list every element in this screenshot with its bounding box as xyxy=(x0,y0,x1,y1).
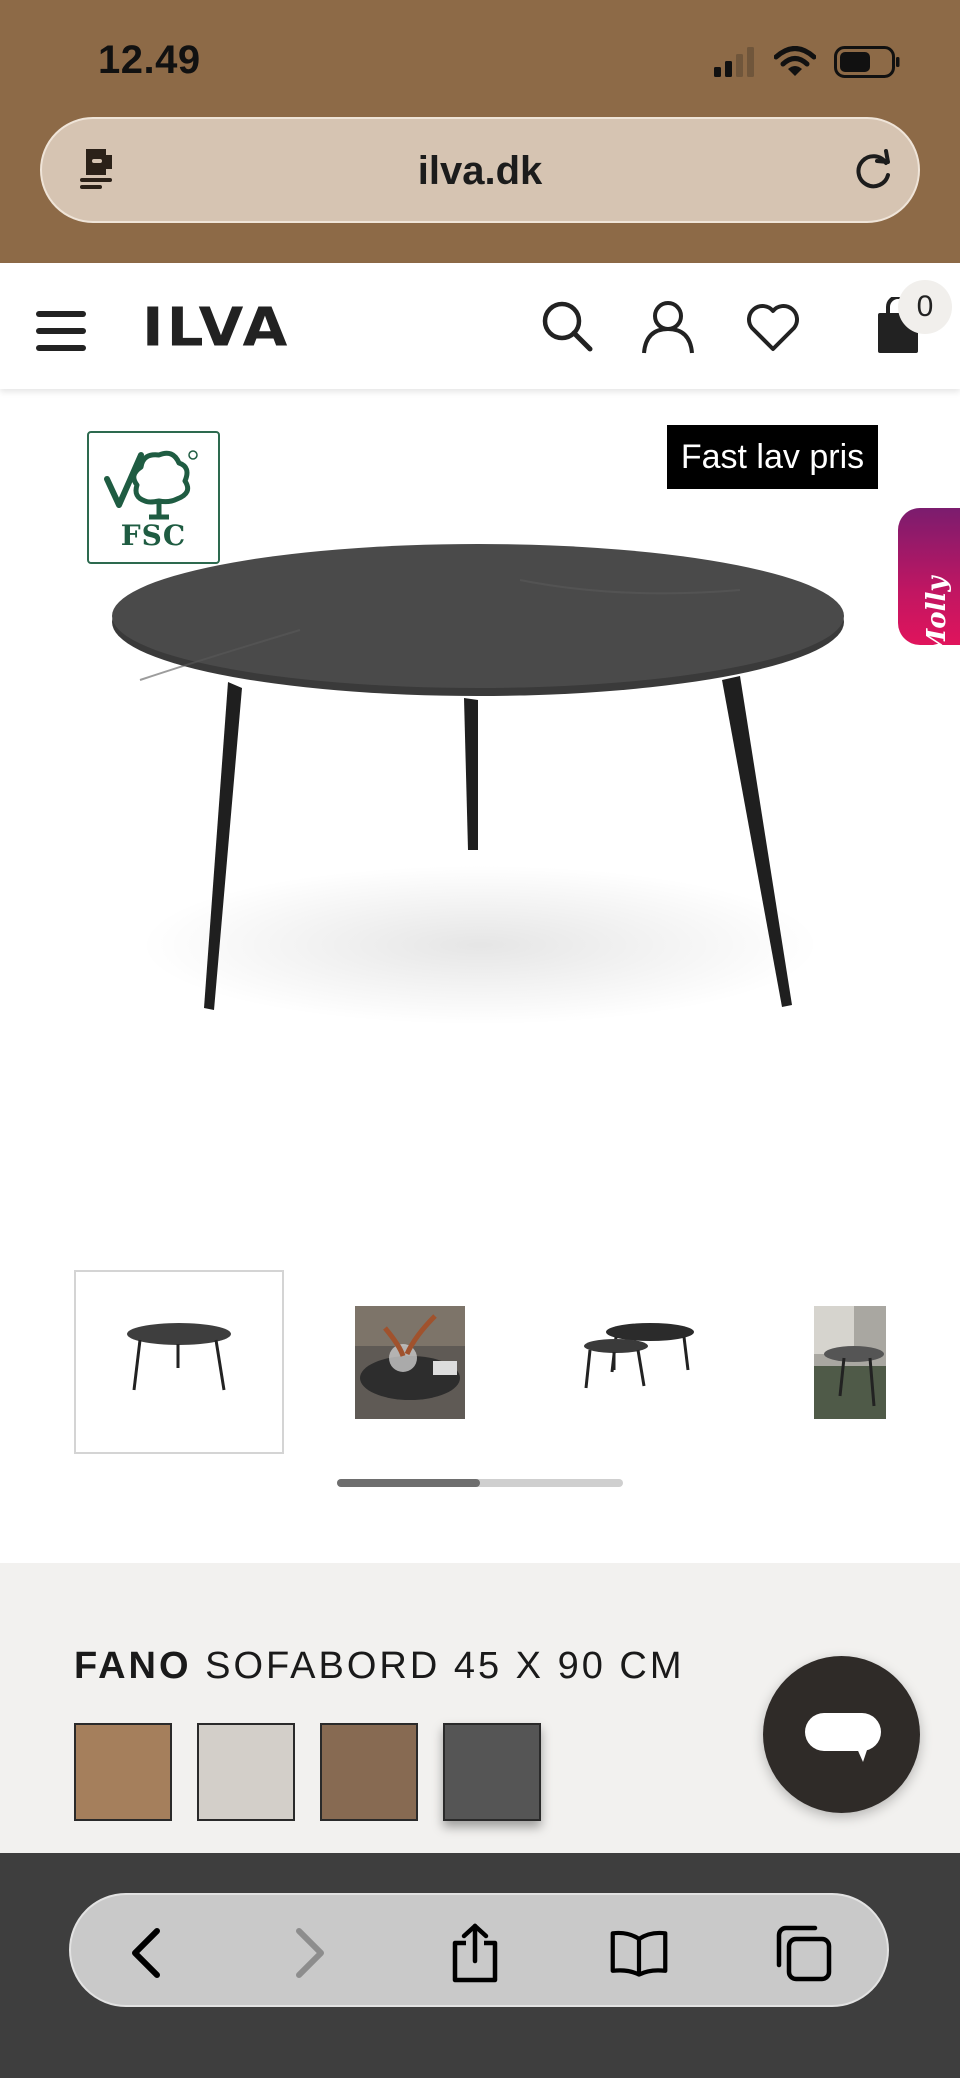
chevron-left-icon xyxy=(132,1928,160,1978)
fsc-tree-logo-icon xyxy=(104,450,198,520)
cart-count-badge[interactable]: 0 xyxy=(898,280,952,334)
gallery-scroll-thumb[interactable] xyxy=(337,1479,480,1487)
status-time: 12.49 xyxy=(98,38,201,82)
browser-toolbar xyxy=(69,1893,889,2007)
thumbnail-lifestyle-image xyxy=(355,1306,465,1419)
bookmarks-button[interactable] xyxy=(609,1923,669,1983)
tabs-icon xyxy=(776,1925,832,1982)
search-icon[interactable] xyxy=(540,299,594,353)
chevron-right-icon xyxy=(296,1928,324,1978)
browser-top-chrome: 12.49 ilva.dk xyxy=(0,0,960,263)
thumbnail-room-image xyxy=(814,1306,886,1419)
wifi-icon xyxy=(774,46,816,76)
open-book-icon xyxy=(610,1930,668,1977)
gallery-thumbnail-4[interactable] xyxy=(814,1306,886,1419)
product-name: SOFABORD 45 X 90 CM xyxy=(205,1645,685,1687)
gallery-thumbnail-1[interactable] xyxy=(74,1270,284,1454)
molly-label: Molly xyxy=(922,576,952,658)
price-tag-badge: Fast lav pris xyxy=(667,425,878,489)
wishlist-heart-icon[interactable] xyxy=(745,303,801,353)
share-icon xyxy=(452,1923,498,1983)
back-button[interactable] xyxy=(117,1923,177,1983)
color-swatch-2[interactable] xyxy=(197,1723,295,1821)
product-brand: FANO xyxy=(74,1645,192,1687)
color-swatch-1[interactable] xyxy=(74,1723,172,1821)
address-bar[interactable]: ilva.dk xyxy=(40,117,920,223)
cellular-signal-icon xyxy=(714,47,754,77)
chat-button[interactable] xyxy=(763,1656,920,1813)
forward-button[interactable] xyxy=(279,1923,339,1983)
site-header: ILVA xyxy=(0,263,960,389)
product-main-image[interactable] xyxy=(100,520,860,1080)
ilva-logo[interactable]: ILVA xyxy=(142,296,290,359)
battery-icon xyxy=(834,46,900,78)
share-button[interactable] xyxy=(445,1923,505,1983)
reload-icon[interactable] xyxy=(850,147,896,193)
gallery-thumbnail-2[interactable] xyxy=(355,1306,465,1419)
gallery-thumbnail-3[interactable] xyxy=(580,1310,700,1420)
hamburger-menu-icon[interactable] xyxy=(36,309,88,353)
color-swatch-3[interactable] xyxy=(320,1723,418,1821)
thumbnail-nesting-tables-image xyxy=(584,1323,694,1389)
url-text[interactable]: ilva.dk xyxy=(42,149,918,194)
thumbnail-table-image xyxy=(127,1323,231,1391)
account-icon[interactable] xyxy=(640,299,696,355)
gallery-scroll-track[interactable] xyxy=(337,1479,623,1487)
product-title: FANO SOFABORD 45 X 90 CM xyxy=(74,1645,685,1688)
tabs-button[interactable] xyxy=(773,1923,833,1983)
chat-bubble-icon xyxy=(805,1713,881,1762)
molly-assistant-tab[interactable]: Molly xyxy=(898,508,960,658)
color-swatch-4[interactable] xyxy=(443,1723,541,1821)
status-icons xyxy=(714,44,900,80)
